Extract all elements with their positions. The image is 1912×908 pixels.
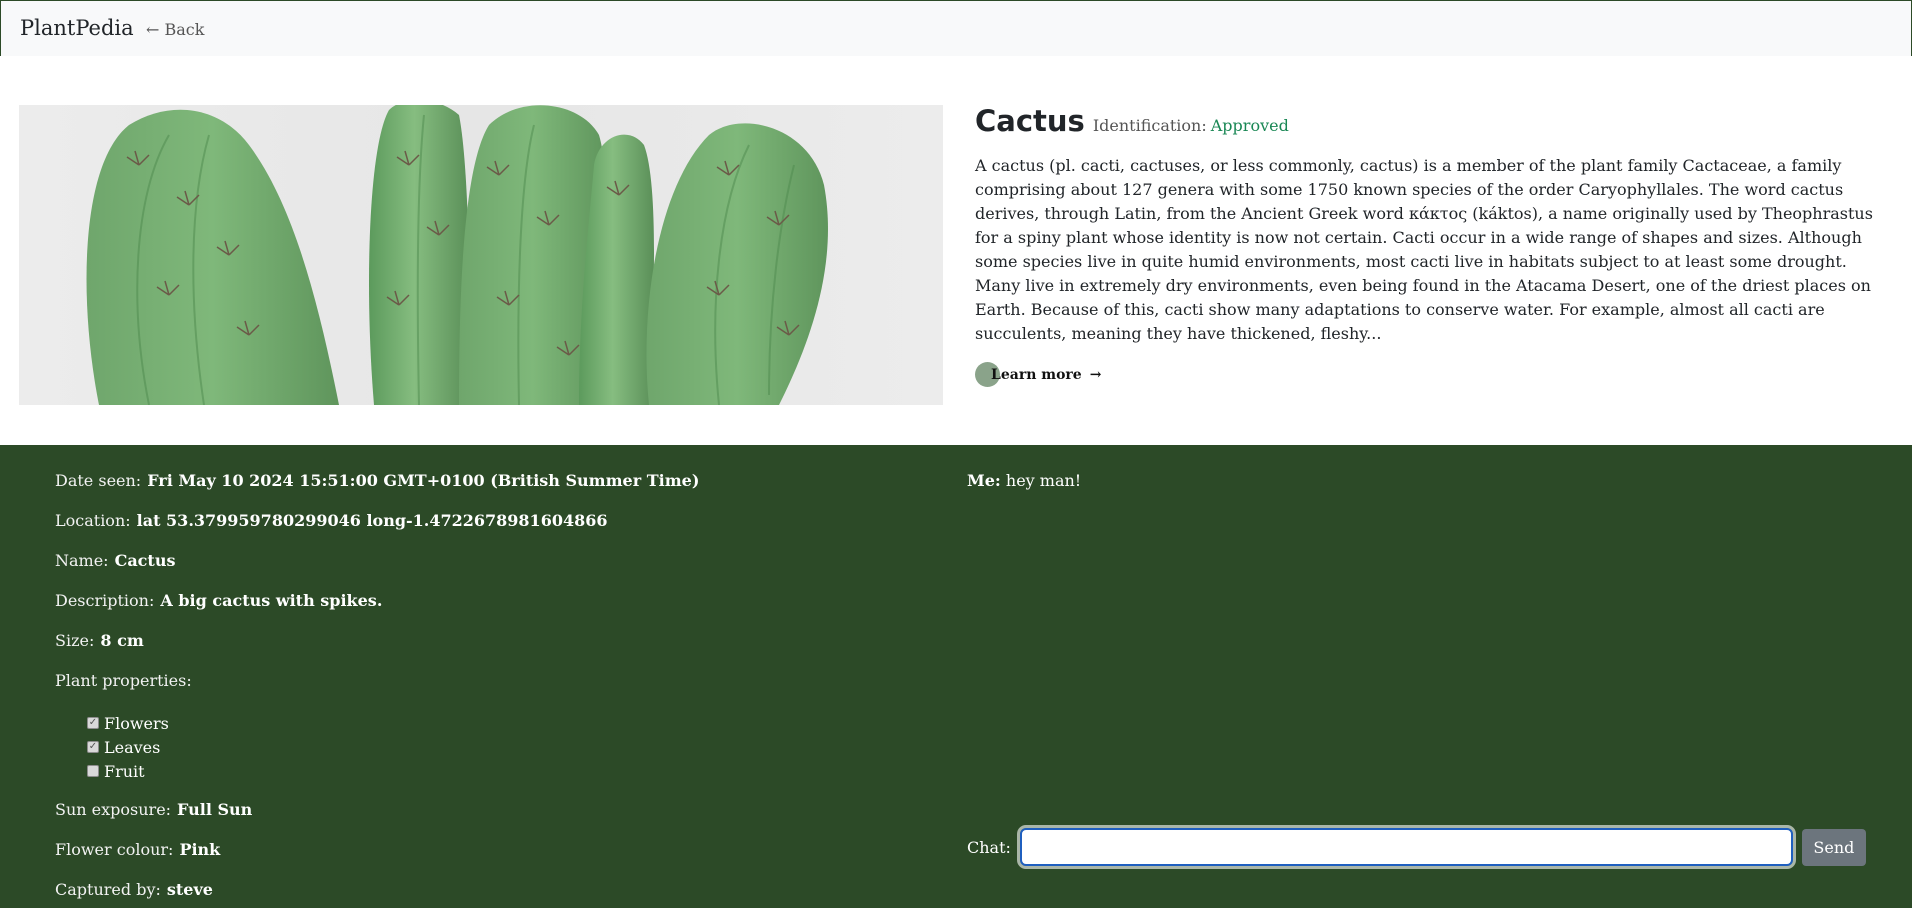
- location-field: Location: lat 53.379959780299046 long-1.4…: [55, 511, 607, 530]
- identification-label: Identification:: [1092, 116, 1207, 135]
- cactus-illustration: [86, 105, 828, 405]
- sun-exposure-field: Sun exposure: Full Sun: [55, 800, 252, 819]
- learn-more-link[interactable]: Learn more →: [975, 362, 1885, 388]
- description-field: Description: A big cactus with spikes.: [55, 591, 382, 610]
- description-label: Description:: [55, 591, 155, 610]
- size-field: Size: 8 cm: [55, 631, 144, 650]
- leaves-checkbox[interactable]: ✓: [87, 741, 99, 753]
- back-link[interactable]: ← Back: [146, 20, 204, 39]
- plant-description: A cactus (pl. cacti, cactuses, or less c…: [975, 156, 1873, 343]
- date-seen-field: Date seen: Fri May 10 2024 15:51:00 GMT+0…: [55, 471, 699, 490]
- sun-exposure-value: Full Sun: [177, 800, 253, 819]
- plant-image: [19, 105, 943, 405]
- chat-text: hey man!: [1005, 471, 1082, 490]
- flowers-checkbox[interactable]: ✓: [87, 717, 99, 729]
- location-value: lat 53.379959780299046 long-1.4722678981…: [136, 511, 608, 530]
- plant-summary: Cactus Identification: Approved A cactus…: [975, 104, 1885, 388]
- size-label: Size:: [55, 631, 95, 650]
- name-field: Name: Cactus: [55, 551, 175, 570]
- flower-colour-label: Flower colour:: [55, 840, 174, 859]
- fruit-label: Fruit: [104, 761, 145, 781]
- chat-label: Chat:: [967, 837, 1011, 857]
- send-button[interactable]: Send: [1801, 828, 1866, 866]
- captured-by-field: Captured by: steve: [55, 880, 213, 899]
- property-leaves: ✓ Leaves: [87, 735, 169, 759]
- location-label: Location:: [55, 511, 131, 530]
- leaves-label: Leaves: [104, 737, 161, 757]
- chat-form: Chat: Send: [967, 825, 1866, 869]
- plant-title: Cactus: [975, 104, 1085, 138]
- property-flowers: ✓ Flowers: [87, 711, 169, 735]
- title-row: Cactus Identification: Approved: [975, 104, 1885, 138]
- date-seen-label: Date seen:: [55, 471, 142, 490]
- navbar: PlantPedia ← Back: [0, 0, 1912, 56]
- plant-properties-label: Plant properties:: [55, 671, 192, 690]
- captured-by-label: Captured by:: [55, 880, 161, 899]
- name-label: Name:: [55, 551, 109, 570]
- arrow-right-icon: →: [1089, 367, 1102, 383]
- captured-by-value: steve: [166, 880, 213, 899]
- chat-input[interactable]: [1016, 825, 1796, 869]
- plant-properties-list: ✓ Flowers ✓ Leaves Fruit: [87, 711, 169, 783]
- name-value: Cactus: [114, 551, 176, 570]
- date-seen-value: Fri May 10 2024 15:51:00 GMT+0100 (Briti…: [147, 471, 700, 490]
- size-value: 8 cm: [100, 631, 144, 650]
- flower-colour-value: Pink: [179, 840, 221, 859]
- chat-sender: Me:: [967, 471, 1001, 490]
- learn-more-label: Learn more: [991, 367, 1082, 383]
- brand-logo[interactable]: PlantPedia: [20, 16, 134, 40]
- property-fruit: Fruit: [87, 759, 169, 783]
- flowers-label: Flowers: [104, 713, 169, 733]
- details-section: Date seen: Fri May 10 2024 15:51:00 GMT+0…: [0, 445, 1912, 908]
- fruit-checkbox[interactable]: [87, 765, 99, 777]
- sun-exposure-label: Sun exposure:: [55, 800, 172, 819]
- flower-colour-field: Flower colour: Pink: [55, 840, 220, 859]
- chat-message: Me: hey man!: [967, 471, 1081, 490]
- description-value: A big cactus with spikes.: [160, 591, 383, 610]
- identification-status: Approved: [1210, 116, 1289, 135]
